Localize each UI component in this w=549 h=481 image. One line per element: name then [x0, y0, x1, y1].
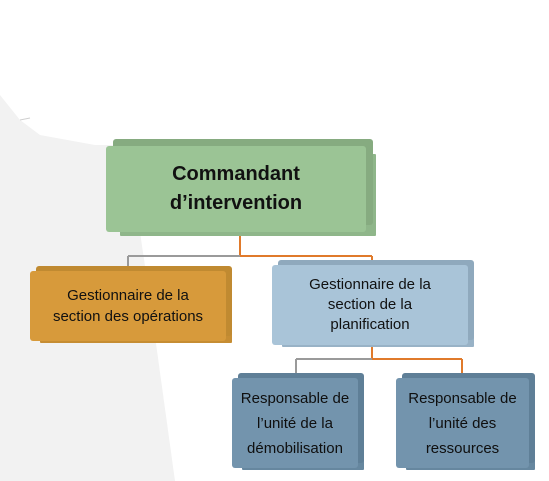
node-gestionnaire-planification: Gestionnaire de la section de la planifi…: [272, 265, 468, 345]
node-label: Responsable de l’unité des ressources: [408, 389, 517, 457]
node-responsable-demobilisation: Responsable de l’unité de la démobilisat…: [232, 378, 358, 468]
node-label: Gestionnaire de la section de la planifi…: [309, 276, 431, 333]
node-label: Responsable de l’unité de la démobilisat…: [240, 389, 350, 457]
node-commandant-intervention: Commandant d’intervention: [106, 146, 366, 232]
node-responsable-ressources: Responsable de l’unité des ressources: [396, 378, 529, 468]
node-gestionnaire-operations: Gestionnaire de la section des opération…: [30, 271, 226, 341]
node-label: Gestionnaire de la section des opération…: [52, 287, 204, 325]
node-label: Commandant d’intervention: [169, 163, 303, 214]
